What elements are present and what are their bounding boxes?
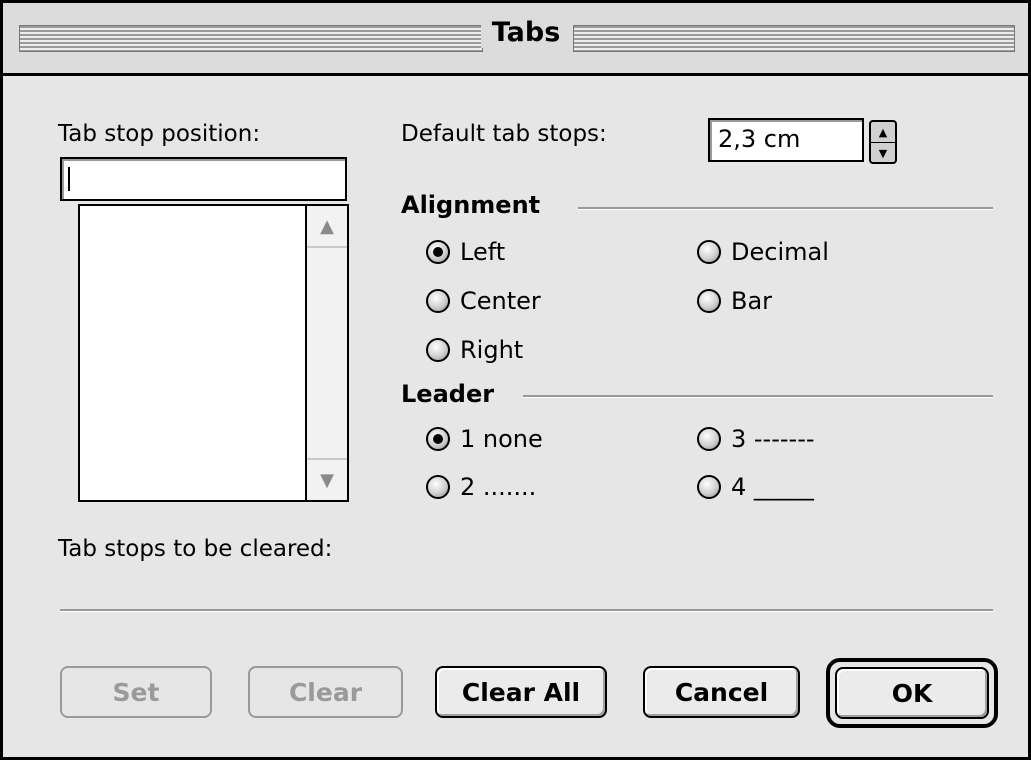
alignment-right-label: Right <box>460 336 524 364</box>
radio-selected-icon <box>426 240 450 264</box>
alignment-left-label: Left <box>460 238 506 266</box>
buttons-divider <box>60 609 993 612</box>
default-tab-stops-value: 2,3 cm <box>718 125 801 153</box>
title-stripes-left <box>19 25 483 52</box>
clear-button[interactable]: Clear <box>248 666 403 718</box>
leader-2-radio[interactable]: 2 ....... <box>426 473 536 501</box>
alignment-center-label: Center <box>460 287 541 315</box>
cancel-button[interactable]: Cancel <box>643 666 800 718</box>
set-button[interactable]: Set <box>60 666 212 718</box>
leader-4-radio[interactable]: 4 _____ <box>697 473 814 501</box>
alignment-bar-label: Bar <box>731 287 773 315</box>
text-cursor <box>68 167 70 191</box>
radio-icon <box>426 475 450 499</box>
scroll-up-arrow-icon[interactable]: ▲ <box>307 206 347 248</box>
alignment-decimal-label: Decimal <box>731 238 829 266</box>
alignment-right-radio[interactable]: Right <box>426 336 523 364</box>
alignment-decimal-radio[interactable]: Decimal <box>697 238 829 266</box>
title-bar[interactable]: Tabs <box>3 3 1028 76</box>
leader-4-label: 4 _____ <box>731 473 814 501</box>
radio-icon <box>697 240 721 264</box>
leader-1-label: 1 none <box>460 425 543 453</box>
list-scrollbar[interactable]: ▲ ▼ <box>305 206 347 500</box>
leader-2-label: 2 ....... <box>460 473 537 501</box>
tabs-dialog: Tabs Tab stop position: ▲ ▼ Tab stops to… <box>0 0 1031 760</box>
radio-icon <box>426 289 450 313</box>
ok-button[interactable]: OK <box>835 667 989 719</box>
stepper-down-icon[interactable]: ▼ <box>871 143 895 163</box>
alignment-divider <box>578 207 993 210</box>
tab-stop-position-label: Tab stop position: <box>58 121 261 147</box>
leader-3-label: 3 ------- <box>731 425 815 453</box>
alignment-left-radio[interactable]: Left <box>426 238 505 266</box>
radio-icon <box>426 338 450 362</box>
tab-stops-list[interactable]: ▲ ▼ <box>78 204 349 502</box>
scroll-down-arrow-icon[interactable]: ▼ <box>307 458 347 500</box>
alignment-center-radio[interactable]: Center <box>426 287 541 315</box>
default-tab-stops-label: Default tab stops: <box>401 121 607 147</box>
title-stripes-right <box>573 25 1015 52</box>
leader-3-radio[interactable]: 3 ------- <box>697 425 815 453</box>
leader-heading: Leader <box>401 380 507 408</box>
leader-divider <box>523 395 993 398</box>
tab-stop-position-input[interactable] <box>60 157 347 201</box>
leader-1-radio[interactable]: 1 none <box>426 425 543 453</box>
stepper-up-icon[interactable]: ▲ <box>871 122 895 143</box>
clear-all-button[interactable]: Clear All <box>435 666 607 718</box>
tab-stops-cleared-label: Tab stops to be cleared: <box>58 536 333 562</box>
default-tab-stops-input[interactable]: 2,3 cm <box>708 118 864 162</box>
radio-icon <box>697 475 721 499</box>
radio-icon <box>697 427 721 451</box>
dialog-title: Tabs <box>481 17 571 48</box>
alignment-bar-radio[interactable]: Bar <box>697 287 772 315</box>
radio-selected-icon <box>426 427 450 451</box>
default-tab-stops-stepper[interactable]: ▲ ▼ <box>869 120 897 164</box>
alignment-heading: Alignment <box>401 191 553 219</box>
radio-icon <box>697 289 721 313</box>
